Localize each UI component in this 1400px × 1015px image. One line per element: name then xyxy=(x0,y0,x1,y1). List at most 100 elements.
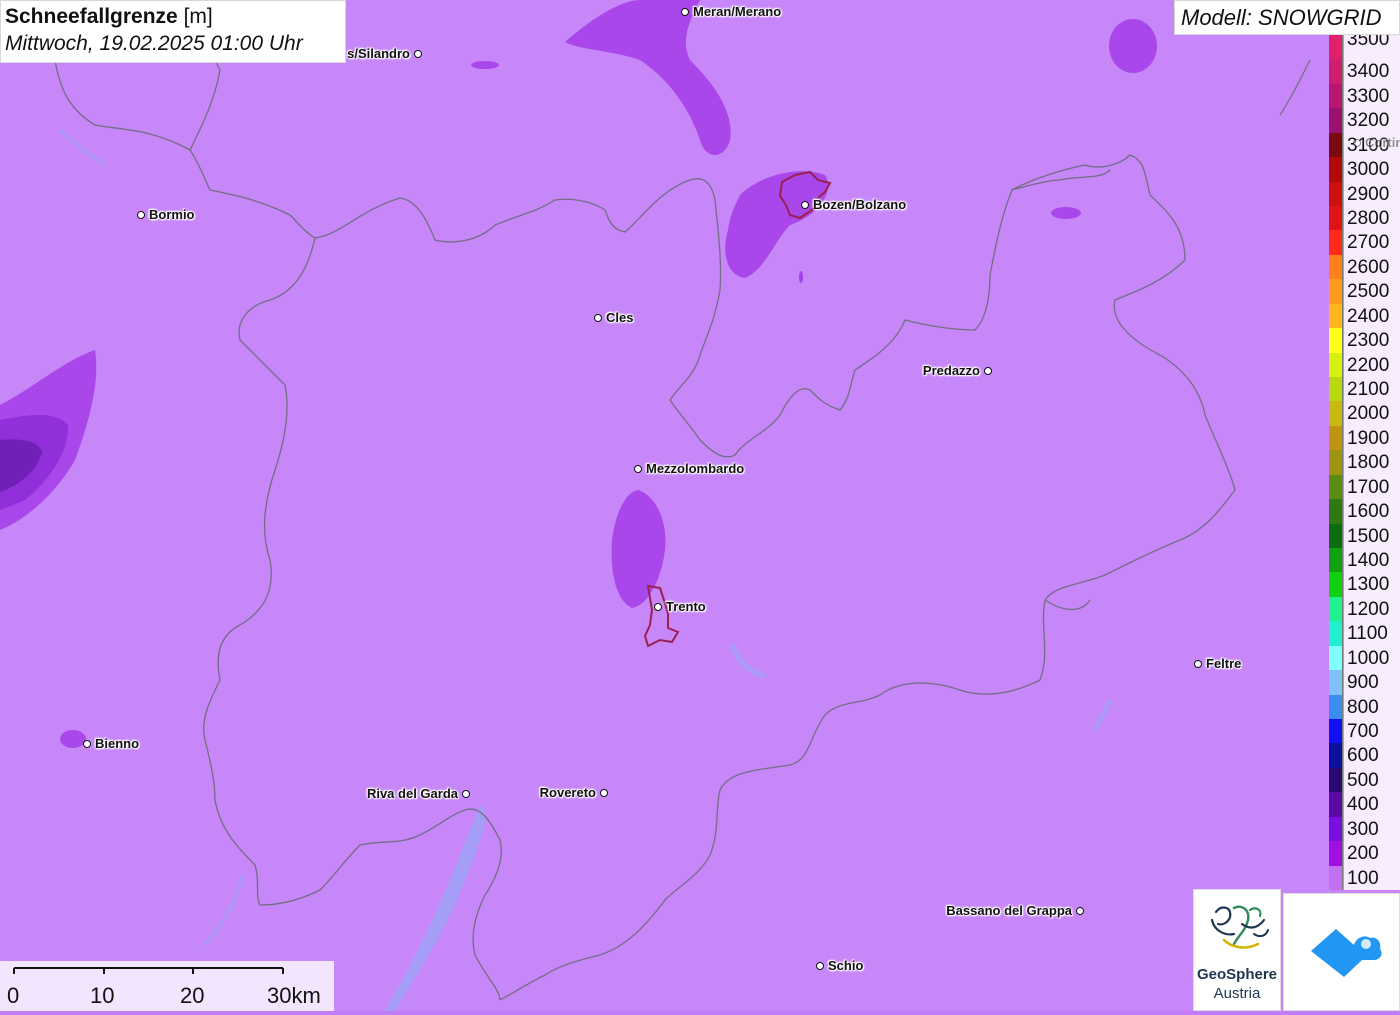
legend-entry-1600: 1600 xyxy=(1329,499,1400,524)
legend-entry-500: 500 xyxy=(1329,767,1400,793)
legend-entry-600: 600 xyxy=(1329,743,1400,768)
legend-entry-400: 400 xyxy=(1329,792,1400,817)
legend-entry-1200: 1200 xyxy=(1329,596,1400,622)
snowline-zone-north-small xyxy=(471,61,499,69)
legend-label: 300 xyxy=(1344,816,1400,842)
legend-entry-100: 100 xyxy=(1329,865,1400,890)
legend-label: 2900 xyxy=(1344,181,1400,206)
legend-swatch xyxy=(1329,596,1343,622)
legend-swatch xyxy=(1329,694,1343,719)
legend-entry-800: 800 xyxy=(1329,694,1400,719)
legend-label: 3400 xyxy=(1344,59,1400,84)
legend-swatch xyxy=(1329,206,1343,231)
legend-swatch xyxy=(1329,865,1343,890)
legend-entry-700: 700 xyxy=(1329,719,1400,744)
city-dot-icon xyxy=(594,314,602,322)
small-zone-bolzano-south xyxy=(799,271,803,283)
legend-entry-200: 200 xyxy=(1329,841,1400,866)
city-dot-icon xyxy=(984,367,992,375)
city-label: Meran/Merano xyxy=(693,4,782,19)
city-label: Rovereto xyxy=(539,785,596,800)
legend-swatch xyxy=(1329,548,1343,573)
terrain-hillshade xyxy=(0,0,1400,1011)
legend-swatch xyxy=(1329,59,1343,84)
legend-label: 1800 xyxy=(1344,450,1400,475)
geosphere-logo[interactable]: GeoSphere Austria xyxy=(1193,889,1281,1011)
city-dot-icon xyxy=(801,201,809,209)
city-label: Cortin xyxy=(1365,135,1400,150)
city-label: Cles xyxy=(606,310,634,325)
legend-label: 1300 xyxy=(1344,572,1400,597)
legend-label: 800 xyxy=(1344,694,1400,719)
weather-app-logo-icon xyxy=(1311,929,1382,977)
legend-entry-1000: 1000 xyxy=(1329,645,1400,671)
city-label: Mezzolombardo xyxy=(646,461,745,476)
city-dot-icon xyxy=(83,740,91,748)
map-title-parameter: Schneefallgrenze xyxy=(5,5,178,28)
legend-entry-2900: 2900 xyxy=(1329,181,1400,206)
legend-swatch xyxy=(1329,230,1343,255)
legend-entry-1800: 1800 xyxy=(1329,450,1400,475)
legend-swatch xyxy=(1329,816,1343,842)
scale-label-0: 0 xyxy=(7,983,20,1008)
geosphere-emblem-icon xyxy=(1210,905,1269,949)
legend-swatch xyxy=(1329,303,1343,329)
weather-app-logo[interactable] xyxy=(1283,893,1400,1011)
legend-swatch xyxy=(1329,157,1343,182)
legend-label: 3500 xyxy=(1344,35,1400,60)
legend-label: 1500 xyxy=(1344,523,1400,548)
snowline-zone-bienno xyxy=(60,730,86,748)
legend-entry-2700: 2700 xyxy=(1329,230,1400,255)
legend-swatch xyxy=(1329,35,1343,60)
city-dot-icon xyxy=(1076,907,1084,915)
city-label: Bozen/Bolzano xyxy=(813,197,907,212)
legend-swatch xyxy=(1329,181,1343,206)
legend-entry-1900: 1900 xyxy=(1329,425,1400,451)
legend-label: 400 xyxy=(1344,792,1400,817)
legend-label: 200 xyxy=(1344,841,1400,866)
legend-label: 500 xyxy=(1344,767,1400,793)
city-dot-icon xyxy=(681,8,689,16)
city-dot-icon xyxy=(414,50,422,58)
city-label: Riva del Garda xyxy=(366,786,458,801)
legend-swatch xyxy=(1329,108,1343,133)
map-canvas[interactable] xyxy=(0,0,1400,1011)
geosphere-logo-text: GeoSphere xyxy=(1196,966,1278,983)
legend-swatch xyxy=(1329,841,1343,866)
legend-label: 1400 xyxy=(1344,548,1400,573)
legend-entry-2800: 2800 xyxy=(1329,206,1400,231)
legend-entry-3300: 3300 xyxy=(1329,83,1400,109)
legend-label: 900 xyxy=(1344,670,1400,695)
legend-entry-3500: 3500 xyxy=(1329,35,1400,60)
legend-label: 3300 xyxy=(1344,83,1400,109)
legend-label: 2200 xyxy=(1344,352,1400,377)
city-dot-icon xyxy=(654,603,662,611)
legend-swatch xyxy=(1329,377,1343,402)
legend-label: 100 xyxy=(1344,865,1400,890)
scale-label-10: 10 xyxy=(90,983,115,1008)
model-label: Modell: SNOWGRID xyxy=(1174,0,1400,35)
legend-swatch xyxy=(1329,83,1343,109)
legend-label: 3200 xyxy=(1344,108,1400,133)
legend-entry-1700: 1700 xyxy=(1329,474,1400,500)
legend-swatch xyxy=(1329,645,1343,671)
legend-entry-1300: 1300 xyxy=(1329,572,1400,597)
legend-entry-2300: 2300 xyxy=(1329,328,1400,353)
legend-swatch xyxy=(1329,474,1343,500)
legend-swatch xyxy=(1329,328,1343,353)
legend-swatch xyxy=(1329,621,1343,646)
city-label: Bienno xyxy=(95,736,140,751)
legend-label: 1600 xyxy=(1344,499,1400,524)
legend-swatch xyxy=(1329,792,1343,817)
snowline-zone-east-small xyxy=(1051,207,1081,219)
legend-entry-300: 300 xyxy=(1329,816,1400,842)
city-label: s/Silandro xyxy=(347,46,410,61)
city-label: Schio xyxy=(828,958,864,973)
legend-swatch xyxy=(1329,743,1343,768)
legend-label: 1900 xyxy=(1344,425,1400,451)
city-label: Bormio xyxy=(149,207,195,222)
map-title-unit: [m] xyxy=(183,5,213,28)
legend-entry-2000: 2000 xyxy=(1329,401,1400,426)
map-datetime: Mittwoch, 19.02.2025 01:00 Uhr xyxy=(5,32,303,55)
city-dot-icon xyxy=(634,465,642,473)
